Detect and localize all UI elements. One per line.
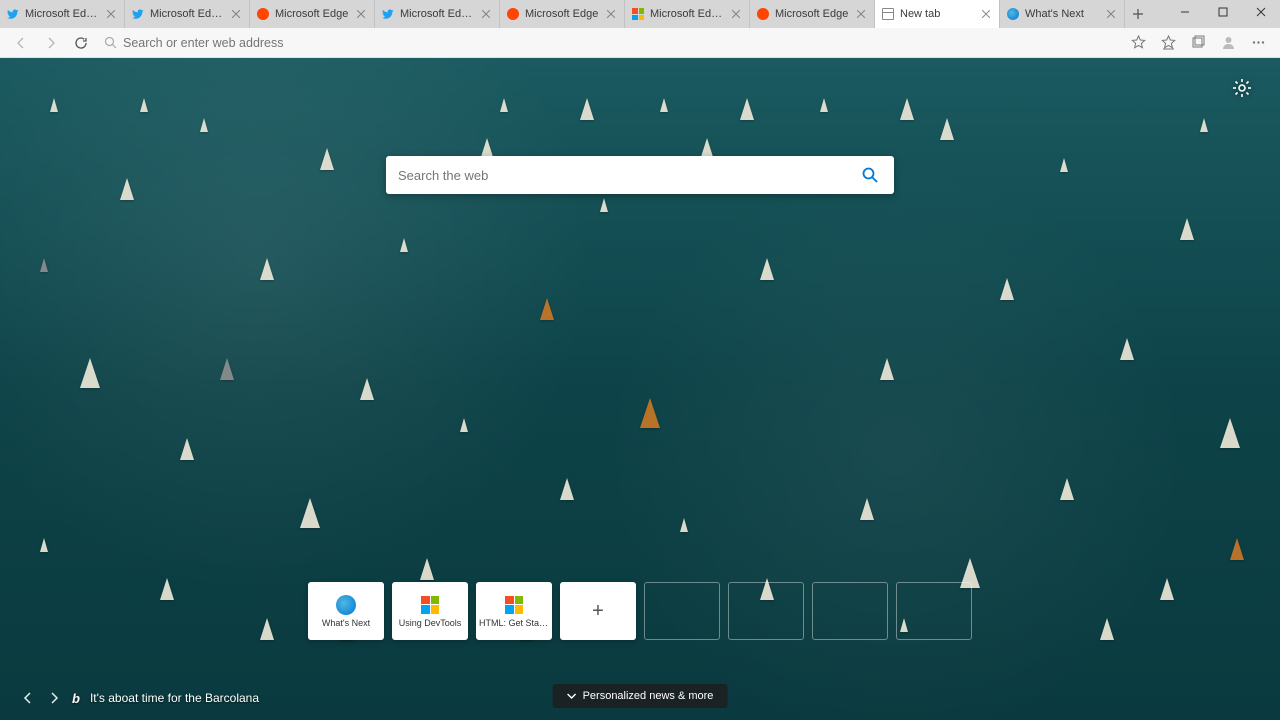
address-field-wrap[interactable] — [98, 30, 1120, 56]
news-expand-button[interactable]: Personalized news & more — [553, 684, 728, 708]
tab-favicon — [381, 7, 395, 21]
window-maximize-button[interactable] — [1204, 0, 1242, 24]
tab[interactable]: What's Next — [1000, 0, 1125, 28]
address-input[interactable] — [123, 36, 1114, 50]
quick-link-label: What's Next — [322, 618, 370, 628]
quick-link-empty-slot[interactable] — [896, 582, 972, 640]
quick-link-icon: + — [588, 601, 608, 621]
quick-link-empty-slot[interactable] — [728, 582, 804, 640]
favorite-star-button[interactable] — [1124, 30, 1152, 56]
quick-link-tile[interactable]: Using DevTools — [392, 582, 468, 640]
tab-favicon — [881, 7, 895, 21]
quick-link-icon — [504, 595, 524, 615]
tab-title: Microsoft Edge — [275, 8, 349, 20]
window-controls — [1166, 0, 1280, 32]
tab-title: Microsoft Edge Dev (@ — [150, 8, 224, 20]
new-tab-page: What's Next Using DevTools HTML: Get Start… — [0, 58, 1280, 720]
chevron-down-icon — [567, 691, 577, 701]
tab-title: Microsoft Edge — [525, 8, 599, 20]
tab-close-button[interactable] — [479, 7, 493, 21]
tab-favicon — [756, 7, 770, 21]
forward-button[interactable] — [38, 30, 64, 56]
tab-favicon — [506, 7, 520, 21]
quick-link-icon — [336, 595, 356, 615]
tab[interactable]: Microsoft Edge — [500, 0, 625, 28]
tabs-bar: Microsoft Edge Dev (@ Microsoft Edge Dev … — [0, 0, 1280, 28]
tab[interactable]: Microsoft Edge Dev (@ — [375, 0, 500, 28]
tab-close-button[interactable] — [979, 7, 993, 21]
quick-link-tile[interactable]: HTML: Get Start... — [476, 582, 552, 640]
tab-title: Microsoft Edge Insider — [650, 8, 724, 20]
profile-button[interactable] — [1214, 30, 1242, 56]
tab-favicon — [631, 7, 645, 21]
image-info: b It's aboat time for the Barcolana — [20, 690, 259, 706]
tab-title: Microsoft Edge Dev (@ — [25, 8, 99, 20]
tab[interactable]: New tab — [875, 0, 1000, 28]
bing-logo-icon: b — [72, 691, 80, 706]
collections-button[interactable] — [1184, 30, 1212, 56]
tab[interactable]: Microsoft Edge — [750, 0, 875, 28]
tab-title: New tab — [900, 8, 974, 20]
tab[interactable]: Microsoft Edge Dev (@ — [0, 0, 125, 28]
quick-link-icon — [420, 595, 440, 615]
web-search-input[interactable] — [398, 168, 858, 183]
tab-favicon — [6, 7, 20, 21]
tab-favicon — [131, 7, 145, 21]
tab-close-button[interactable] — [354, 7, 368, 21]
quick-link-tile[interactable]: What's Next — [308, 582, 384, 640]
tab-close-button[interactable] — [729, 7, 743, 21]
refresh-button[interactable] — [68, 30, 94, 56]
window-close-button[interactable] — [1242, 0, 1280, 24]
quick-link-add-button[interactable]: + — [560, 582, 636, 640]
tab-favicon — [256, 7, 270, 21]
new-tab-button[interactable] — [1125, 0, 1150, 28]
tab[interactable]: Microsoft Edge Dev (@ — [125, 0, 250, 28]
tab-title: Microsoft Edge — [775, 8, 849, 20]
quick-link-label: HTML: Get Start... — [479, 618, 549, 628]
tab[interactable]: Microsoft Edge Insider — [625, 0, 750, 28]
tab-favicon — [1006, 7, 1020, 21]
search-icon — [104, 36, 117, 49]
image-caption[interactable]: It's aboat time for the Barcolana — [90, 691, 259, 705]
tab-close-button[interactable] — [854, 7, 868, 21]
web-search-button[interactable] — [858, 163, 882, 187]
tab-close-button[interactable] — [104, 7, 118, 21]
tab-title: Microsoft Edge Dev (@ — [400, 8, 474, 20]
web-search-box[interactable] — [386, 156, 894, 194]
quick-links: What's Next Using DevTools HTML: Get Start… — [308, 582, 972, 640]
tab-close-button[interactable] — [604, 7, 618, 21]
address-bar — [0, 28, 1280, 58]
tab-close-button[interactable] — [1104, 7, 1118, 21]
back-button[interactable] — [8, 30, 34, 56]
news-expand-label: Personalized news & more — [583, 690, 714, 702]
image-next-button[interactable] — [46, 690, 62, 706]
tab-close-button[interactable] — [229, 7, 243, 21]
quick-link-empty-slot[interactable] — [644, 582, 720, 640]
tab-title: What's Next — [1025, 8, 1099, 20]
quick-link-empty-slot[interactable] — [812, 582, 888, 640]
page-settings-button[interactable] — [1232, 78, 1252, 98]
tab[interactable]: Microsoft Edge — [250, 0, 375, 28]
more-button[interactable] — [1244, 30, 1272, 56]
quick-link-label: Using DevTools — [399, 618, 462, 628]
favorites-button[interactable] — [1154, 30, 1182, 56]
window-minimize-button[interactable] — [1166, 0, 1204, 24]
image-prev-button[interactable] — [20, 690, 36, 706]
